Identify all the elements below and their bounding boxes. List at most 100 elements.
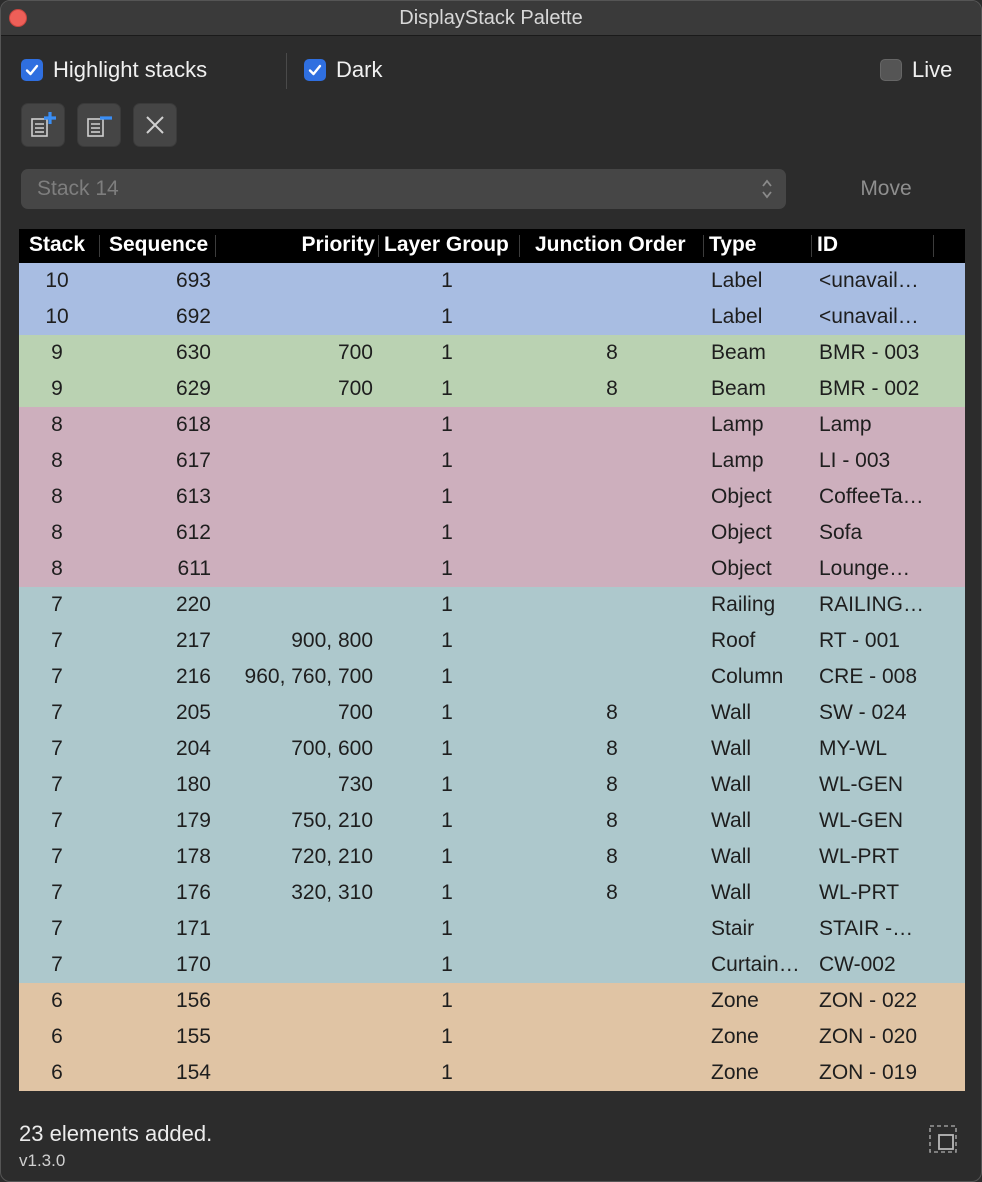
column-header-type[interactable]: Type — [709, 233, 756, 257]
column-divider[interactable] — [703, 235, 704, 257]
remove-from-stack-button[interactable] — [77, 103, 121, 147]
cell-layer-group: 1 — [441, 917, 453, 940]
table-row[interactable]: 8 612 1 Object Sofa — [19, 515, 965, 551]
cell-layer-group: 1 — [441, 773, 453, 796]
cell-stack: 7 — [51, 845, 63, 868]
cell-layer-group: 1 — [441, 557, 453, 580]
cell-id: ZON - 022 — [819, 989, 918, 1012]
cell-sequence: 618 — [175, 413, 211, 436]
add-to-stack-button[interactable] — [21, 103, 65, 147]
options-divider — [286, 53, 287, 89]
status-message: 23 elements added. — [19, 1121, 213, 1146]
table-row[interactable]: 10 693 1 Label <unavail… — [19, 263, 965, 299]
move-button[interactable]: Move — [813, 169, 959, 209]
column-header-junction-order[interactable]: Junction Order — [535, 233, 686, 257]
cell-stack: 8 — [51, 449, 63, 472]
table-row[interactable]: 7 216 960, 760, 700 1 Column CRE - 008 — [19, 659, 965, 695]
table-row[interactable]: 9 630 700 1 8 Beam BMR - 003 — [19, 335, 965, 371]
cell-junction-order: 8 — [606, 377, 618, 400]
cell-junction-order: 8 — [606, 809, 618, 832]
live-label: Live — [912, 57, 953, 82]
column-divider[interactable] — [215, 235, 216, 257]
table-row[interactable]: 7 220 1 Railing RAILING… — [19, 587, 965, 623]
column-header-id[interactable]: ID — [817, 233, 838, 257]
column-header-layer-group[interactable]: Layer Group — [384, 233, 509, 257]
cell-type: Zone — [711, 1061, 759, 1084]
column-header-stack[interactable]: Stack — [29, 233, 85, 257]
dark-checkbox[interactable]: Dark — [304, 57, 382, 83]
highlight-stacks-checkbox[interactable]: Highlight stacks — [21, 57, 207, 83]
cell-priority: 900, 800 — [291, 629, 373, 652]
column-divider[interactable] — [519, 235, 520, 257]
cell-type: Roof — [711, 629, 756, 652]
table-row[interactable]: 6 156 1 Zone ZON - 022 — [19, 983, 965, 1019]
close-icon — [146, 116, 164, 134]
table-row[interactable]: 7 205 700 1 8 Wall SW - 024 — [19, 695, 965, 731]
cell-id: WL-GEN — [819, 773, 903, 796]
cell-id: Lounge… — [819, 557, 911, 580]
cell-sequence: 155 — [175, 1025, 211, 1048]
table-row[interactable]: 10 692 1 Label <unavail… — [19, 299, 965, 335]
cell-stack: 8 — [51, 521, 63, 544]
resize-icon[interactable] — [927, 1123, 959, 1155]
table-row[interactable]: 8 613 1 Object CoffeeTa… — [19, 479, 965, 515]
column-divider[interactable] — [99, 235, 100, 257]
cell-type: Wall — [711, 809, 752, 832]
cell-id: RAILING… — [819, 593, 925, 616]
cell-sequence: 179 — [175, 809, 211, 832]
cell-priority: 730 — [337, 773, 373, 796]
stack-select[interactable]: Stack 14 — [21, 169, 786, 209]
table-row[interactable]: 7 176 320, 310 1 8 Wall WL-PRT — [19, 875, 965, 911]
table-row[interactable]: 7 170 1 Curtain… CW-002 — [19, 947, 965, 983]
column-divider[interactable] — [811, 235, 812, 257]
table-row[interactable]: 6 155 1 Zone ZON - 020 — [19, 1019, 965, 1055]
cell-priority: 700, 600 — [291, 737, 373, 760]
cell-junction-order: 8 — [606, 773, 618, 796]
table-row[interactable]: 7 179 750, 210 1 8 Wall WL-GEN — [19, 803, 965, 839]
checkbox-checked-icon[interactable] — [21, 59, 43, 81]
column-header-priority[interactable]: Priority — [219, 233, 375, 257]
table-row[interactable]: 7 171 1 Stair STAIR -… — [19, 911, 965, 947]
column-header-sequence[interactable]: Sequence — [109, 233, 208, 257]
cell-type: Zone — [711, 989, 759, 1012]
clear-button[interactable] — [133, 103, 177, 147]
stack-select-value: Stack 14 — [37, 177, 119, 200]
cell-sequence: 217 — [175, 629, 211, 652]
cell-stack: 8 — [51, 485, 63, 508]
live-checkbox[interactable]: Live — [880, 57, 952, 83]
column-divider[interactable] — [378, 235, 379, 257]
cell-id: <unavail… — [819, 305, 919, 328]
table-row[interactable]: 7 217 900, 800 1 Roof RT - 001 — [19, 623, 965, 659]
cell-type: Railing — [711, 593, 776, 616]
table-row[interactable]: 9 629 700 1 8 Beam BMR - 002 — [19, 371, 965, 407]
cell-type: Wall — [711, 881, 752, 904]
cell-stack: 8 — [51, 557, 63, 580]
cell-sequence: 205 — [175, 701, 211, 724]
cell-priority: 720, 210 — [291, 845, 373, 868]
checkbox-unchecked-icon[interactable] — [880, 59, 902, 81]
cell-id: BMR - 002 — [819, 377, 920, 400]
cell-sequence: 204 — [175, 737, 211, 760]
cell-type: Beam — [711, 377, 766, 400]
table-row[interactable]: 7 180 730 1 8 Wall WL-GEN — [19, 767, 965, 803]
cell-sequence: 154 — [175, 1061, 211, 1084]
cell-type: Column — [711, 665, 784, 688]
title-bar[interactable]: DisplayStack Palette — [1, 1, 981, 36]
cell-type: Wall — [711, 845, 752, 868]
table-row[interactable]: 6 154 1 Zone ZON - 019 — [19, 1055, 965, 1091]
checkbox-checked-icon[interactable] — [304, 59, 326, 81]
cell-type: Curtain… — [711, 953, 800, 976]
table-row[interactable]: 7 178 720, 210 1 8 Wall WL-PRT — [19, 839, 965, 875]
table-row[interactable]: 7 204 700, 600 1 8 Wall MY-WL — [19, 731, 965, 767]
column-divider[interactable] — [933, 235, 934, 257]
cell-type: Lamp — [711, 413, 764, 436]
table-row[interactable]: 8 611 1 Object Lounge… — [19, 551, 965, 587]
cell-stack: 7 — [51, 701, 63, 724]
cell-layer-group: 1 — [441, 629, 453, 652]
table-row[interactable]: 8 618 1 Lamp Lamp — [19, 407, 965, 443]
cell-type: Label — [711, 305, 763, 328]
cell-stack: 7 — [51, 917, 63, 940]
dark-label: Dark — [336, 57, 383, 82]
cell-id: Sofa — [819, 521, 863, 544]
table-row[interactable]: 8 617 1 Lamp LI - 003 — [19, 443, 965, 479]
